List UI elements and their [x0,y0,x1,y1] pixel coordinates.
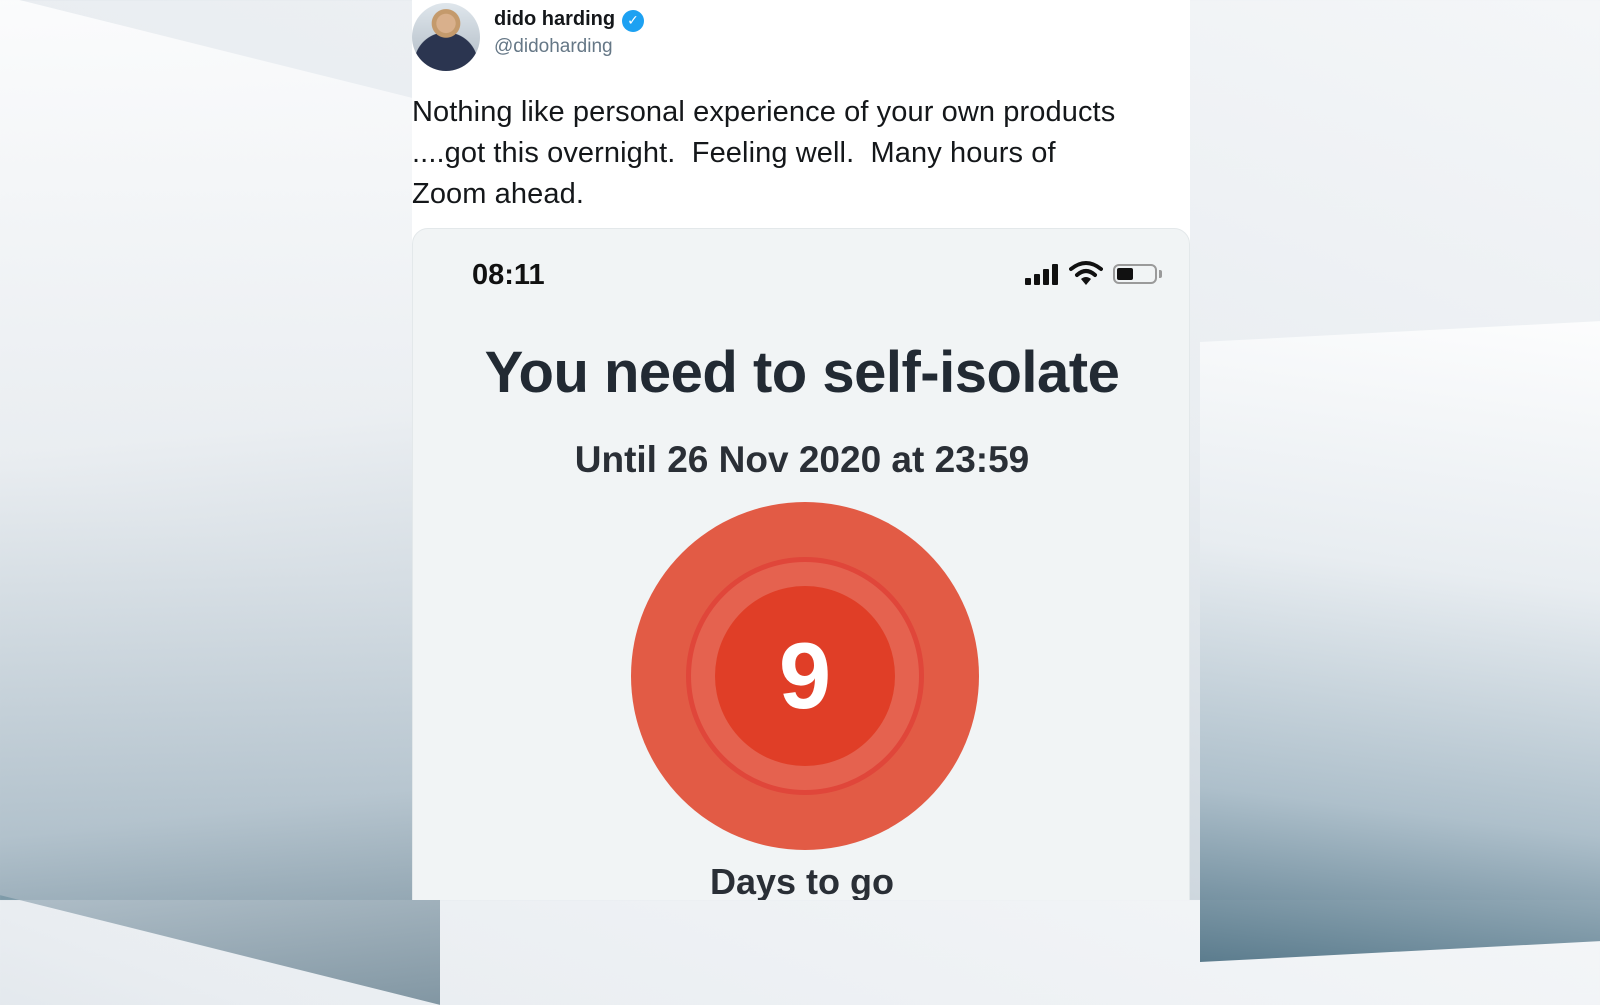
tweet-media-screenshot[interactable]: 08:11 You need to self-isolate Until 26 … [412,228,1190,900]
self-isolate-headline: You need to self-isolate [484,340,1120,405]
background-shape-right [1200,317,1600,963]
days-to-go-label: Days to go [709,861,895,900]
author-handle[interactable]: @didoharding [494,36,613,58]
background-shape-left [0,0,440,1005]
countdown-circle: 9 [631,502,979,850]
battery-cap [1159,270,1162,278]
battery-level [1117,268,1133,280]
battery-icon [1113,264,1157,284]
wifi-icon [1069,261,1103,285]
avatar[interactable] [412,3,480,71]
tweet-card: dido harding ✓ @didoharding Nothing like… [412,0,1190,900]
isolation-end-date: Until 26 Nov 2020 at 23:59 [574,439,1030,480]
author-name[interactable]: dido harding [494,8,615,31]
signal-icon [1025,263,1061,285]
tweet-text: Nothing like personal experience of your… [412,96,1116,210]
tweet-header: dido harding ✓ @didoharding [412,0,1190,72]
days-count: 9 [778,623,832,728]
status-bar-time: 08:11 [472,259,545,291]
verified-badge-icon: ✓ [622,10,644,32]
